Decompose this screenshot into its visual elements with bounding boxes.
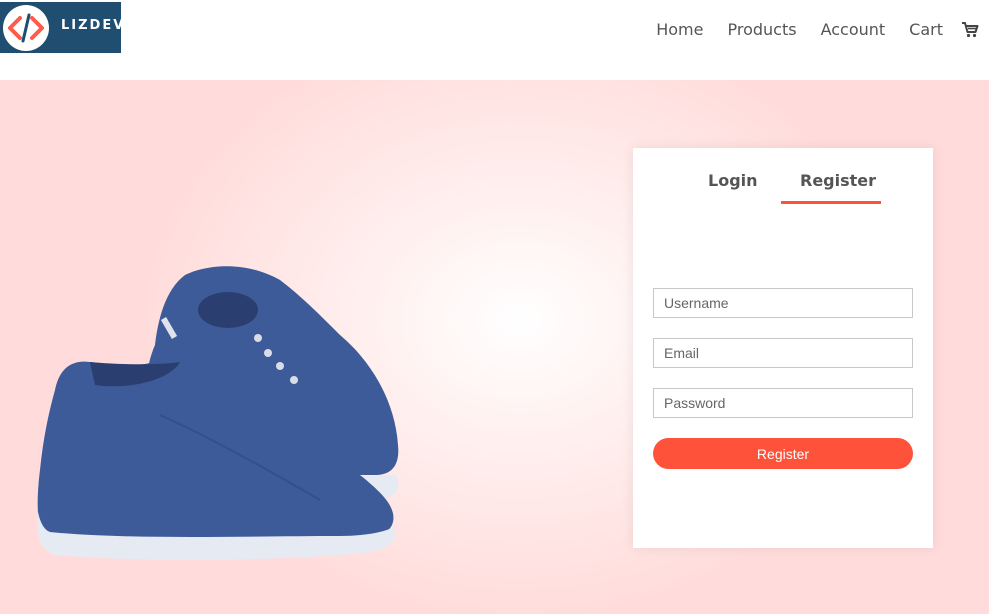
brand-name: LIZDEV bbox=[61, 18, 121, 33]
email-input[interactable] bbox=[653, 338, 913, 368]
nav-account[interactable]: Account bbox=[821, 20, 886, 39]
main-nav: Home Products Account Cart bbox=[632, 20, 979, 39]
site-header: LIZDEV Home Products Account Cart bbox=[0, 0, 989, 80]
nav-cart[interactable]: Cart bbox=[909, 20, 943, 39]
tab-login[interactable]: Login bbox=[708, 171, 758, 190]
active-tab-indicator bbox=[781, 201, 881, 204]
code-icon bbox=[3, 5, 49, 51]
nav-home[interactable]: Home bbox=[656, 20, 703, 39]
tab-register[interactable]: Register bbox=[800, 171, 876, 190]
shoe-image bbox=[37, 266, 399, 560]
register-button[interactable]: Register bbox=[653, 438, 913, 469]
brand-logo[interactable]: LIZDEV bbox=[0, 2, 121, 53]
nav-products[interactable]: Products bbox=[727, 20, 796, 39]
shopping-cart-icon[interactable] bbox=[961, 21, 979, 39]
password-input[interactable] bbox=[653, 388, 913, 418]
auth-card: Login Register Register bbox=[633, 148, 933, 548]
hero-section: Login Register Register bbox=[0, 80, 989, 614]
username-input[interactable] bbox=[653, 288, 913, 318]
